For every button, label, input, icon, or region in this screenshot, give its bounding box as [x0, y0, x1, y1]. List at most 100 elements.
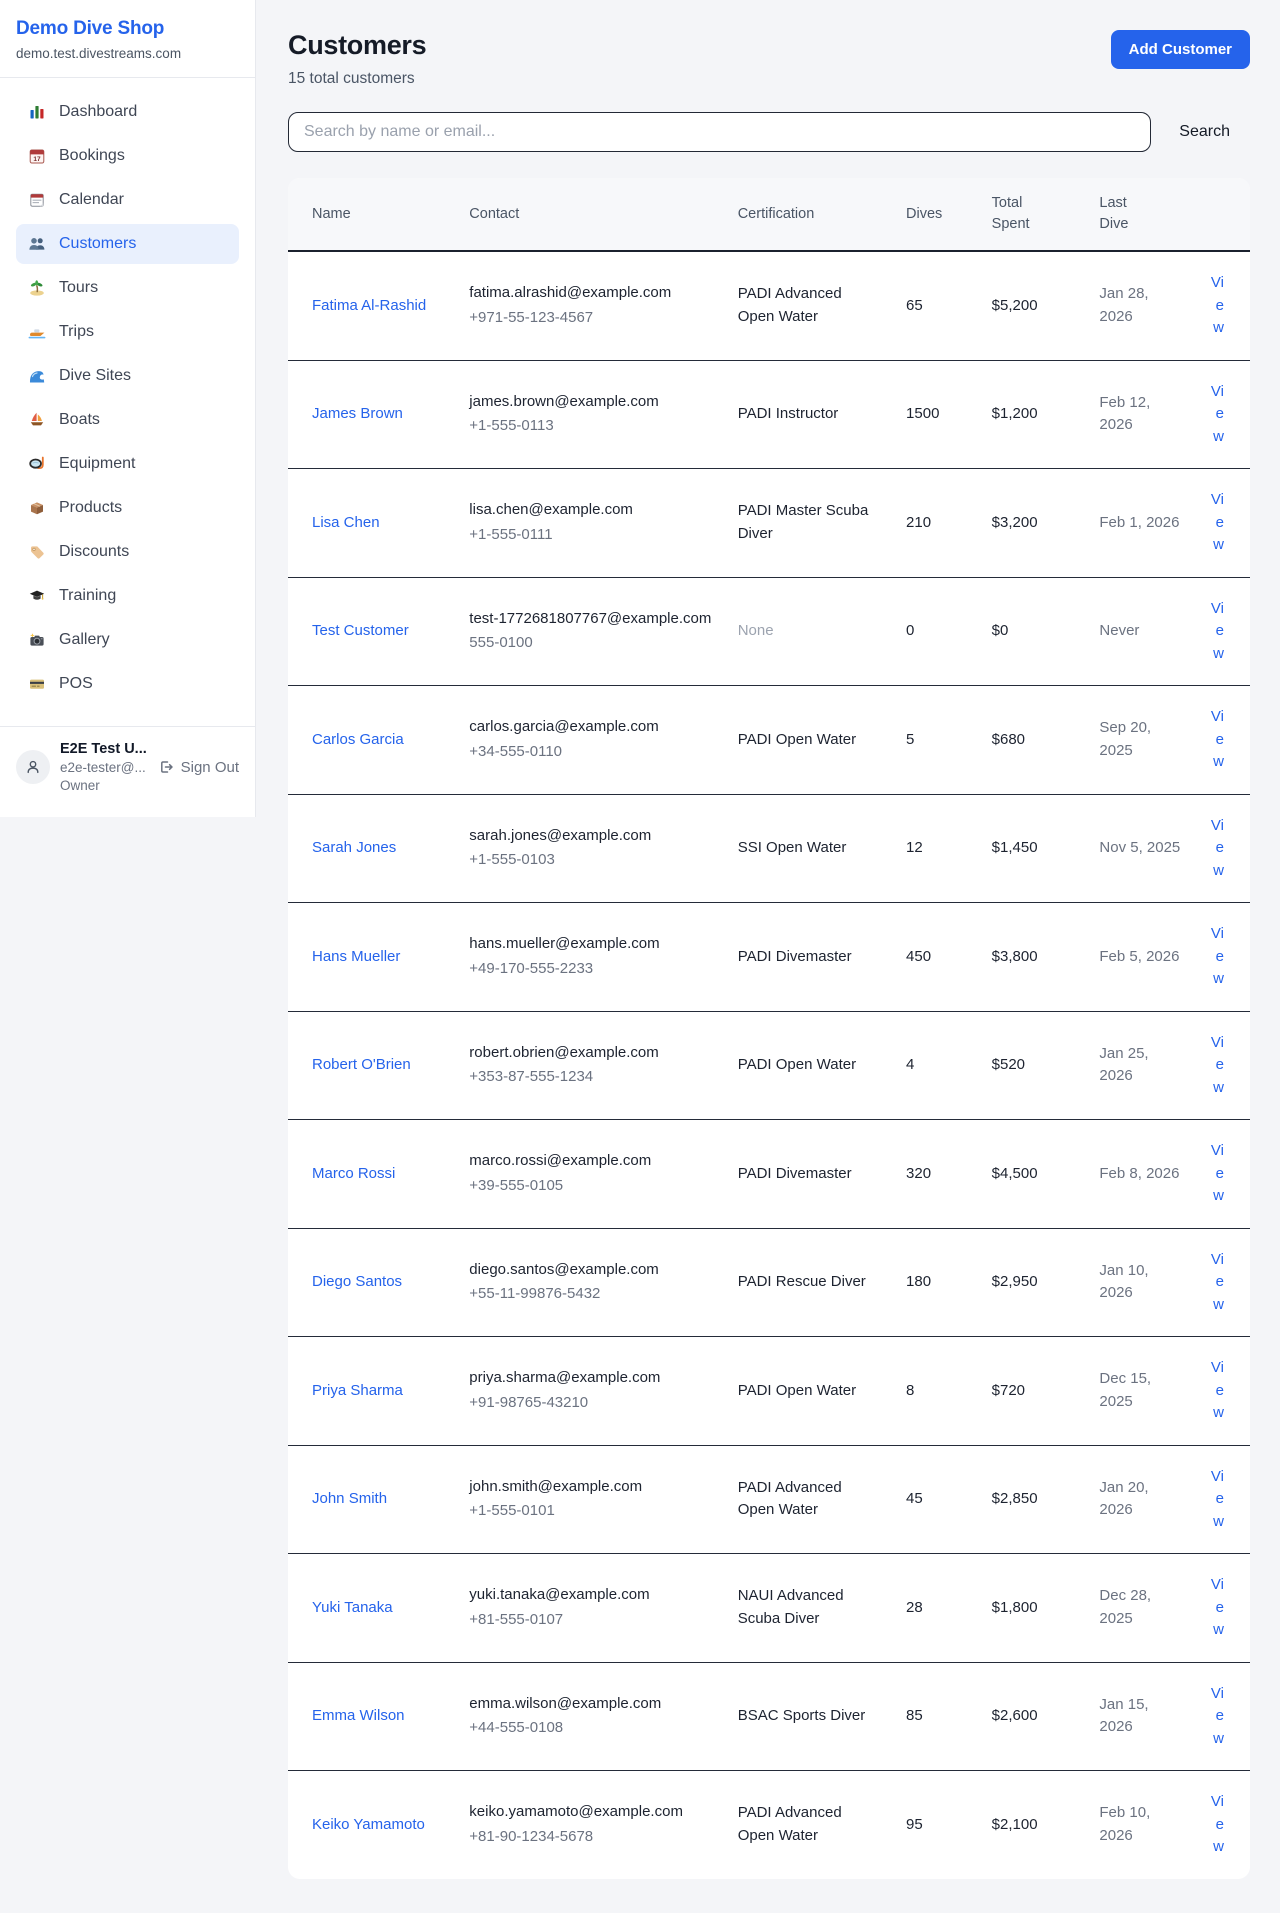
- sidebar-item-tours[interactable]: Tours: [16, 268, 239, 308]
- customer-certification: PADI Divemaster: [738, 1165, 852, 1182]
- sign-out-button[interactable]: Sign Out: [158, 759, 239, 776]
- sidebar-item-label: Tours: [59, 279, 98, 297]
- customer-name-link[interactable]: Marco Rossi: [312, 1165, 395, 1182]
- customer-email: diego.santos@example.com: [469, 1259, 713, 1282]
- customer-dives: 4: [906, 1056, 914, 1073]
- customer-last-dive: Feb 12, 2026: [1099, 394, 1150, 434]
- customer-name-link[interactable]: Keiko Yamamoto: [312, 1816, 425, 1833]
- sidebar-item-equipment[interactable]: Equipment: [16, 444, 239, 484]
- view-link[interactable]: View: [1211, 1142, 1224, 1204]
- customer-name-link[interactable]: Lisa Chen: [312, 514, 380, 531]
- customer-certification: PADI Open Water: [738, 1382, 856, 1399]
- customer-last-dive: Jan 28, 2026: [1099, 285, 1148, 325]
- view-link[interactable]: View: [1211, 600, 1224, 662]
- sidebar-item-label: Dive Sites: [59, 367, 131, 385]
- view-link[interactable]: View: [1211, 1034, 1224, 1096]
- view-link[interactable]: View: [1211, 925, 1224, 987]
- search-button[interactable]: Search: [1151, 115, 1250, 149]
- customer-last-dive: Sep 20, 2025: [1099, 719, 1151, 759]
- customer-total-spent: $680: [992, 731, 1025, 748]
- customer-total-spent: $2,600: [992, 1707, 1038, 1724]
- customer-dives: 180: [906, 1273, 931, 1290]
- customer-name-link[interactable]: Carlos Garcia: [312, 731, 404, 748]
- customer-total-spent: $2,950: [992, 1273, 1038, 1290]
- table-row: Fatima Al-Rashid fatima.alrashid@example…: [288, 251, 1250, 360]
- shop-name: Demo Dive Shop: [16, 18, 239, 40]
- table-row: Robert O'Brien robert.obrien@example.com…: [288, 1011, 1250, 1120]
- customer-name-link[interactable]: Fatima Al-Rashid: [312, 297, 426, 314]
- sidebar-item-label: Bookings: [59, 147, 125, 165]
- customer-name-link[interactable]: Test Customer: [312, 622, 409, 639]
- customer-email: hans.mueller@example.com: [469, 933, 713, 956]
- add-customer-button[interactable]: Add Customer: [1111, 30, 1250, 69]
- table-row: Keiko Yamamoto keiko.yamamoto@example.co…: [288, 1771, 1250, 1879]
- customer-name-link[interactable]: Yuki Tanaka: [312, 1599, 393, 1616]
- view-link[interactable]: View: [1211, 491, 1224, 553]
- customer-phone: +39-555-0105: [469, 1175, 713, 1198]
- customers-table: Name Contact Certification Dives Total S…: [288, 178, 1250, 1879]
- sidebar-item-bookings[interactable]: 17 Bookings: [16, 136, 239, 176]
- col-header-dives: Dives: [894, 178, 980, 251]
- view-link[interactable]: View: [1211, 1359, 1224, 1421]
- calendar-pad-icon: [28, 191, 46, 209]
- view-link[interactable]: View: [1211, 274, 1224, 336]
- sidebar-item-boats[interactable]: Boats: [16, 400, 239, 440]
- sidebar-item-customers[interactable]: Customers: [16, 224, 239, 264]
- customer-certification: NAUI Advanced Scuba Diver: [738, 1587, 844, 1627]
- sidebar-item-discounts[interactable]: Discounts: [16, 532, 239, 572]
- customer-name-link[interactable]: Diego Santos: [312, 1273, 402, 1290]
- customer-name-link[interactable]: John Smith: [312, 1490, 387, 1507]
- view-link[interactable]: View: [1211, 1468, 1224, 1530]
- customer-last-dive: Feb 1, 2026: [1099, 514, 1179, 531]
- customer-total-spent: $5,200: [992, 297, 1038, 314]
- sidebar-item-trips[interactable]: Trips: [16, 312, 239, 352]
- sidebar-item-dashboard[interactable]: Dashboard: [16, 92, 239, 132]
- customer-dives: 8: [906, 1382, 914, 1399]
- sidebar-item-pos[interactable]: POS: [16, 664, 239, 704]
- customer-last-dive: Dec 15, 2025: [1099, 1370, 1151, 1410]
- customer-phone: +81-555-0107: [469, 1609, 713, 1632]
- view-link[interactable]: View: [1211, 1251, 1224, 1313]
- customer-name-link[interactable]: Priya Sharma: [312, 1382, 403, 1399]
- customer-name-link[interactable]: Sarah Jones: [312, 839, 396, 856]
- sidebar-item-products[interactable]: Products: [16, 488, 239, 528]
- customer-name-link[interactable]: Robert O'Brien: [312, 1056, 411, 1073]
- user-email: e2e-tester@...: [60, 760, 148, 775]
- sidebar-item-training[interactable]: Training: [16, 576, 239, 616]
- customer-email: carlos.garcia@example.com: [469, 716, 713, 739]
- customer-email: marco.rossi@example.com: [469, 1150, 713, 1173]
- customer-phone: +49-170-555-2233: [469, 958, 713, 981]
- customer-name-link[interactable]: James Brown: [312, 405, 403, 422]
- customer-certification: PADI Open Water: [738, 731, 856, 748]
- table-row: Sarah Jones sarah.jones@example.com +1-5…: [288, 794, 1250, 903]
- customer-last-dive: Feb 5, 2026: [1099, 948, 1179, 965]
- search-input[interactable]: [288, 112, 1151, 152]
- view-link[interactable]: View: [1211, 383, 1224, 445]
- customer-email: john.smith@example.com: [469, 1476, 713, 1499]
- sidebar-item-label: Discounts: [59, 543, 129, 561]
- customer-total-spent: $720: [992, 1382, 1025, 1399]
- view-link[interactable]: View: [1211, 1576, 1224, 1638]
- grad-cap-icon: [28, 587, 46, 605]
- sidebar-item-gallery[interactable]: Gallery: [16, 620, 239, 660]
- view-link[interactable]: View: [1211, 817, 1224, 879]
- customer-certification: PADI Instructor: [738, 405, 839, 422]
- customer-name-link[interactable]: Hans Mueller: [312, 948, 400, 965]
- user-name: E2E Test U...: [60, 741, 148, 757]
- sidebar-item-dive-sites[interactable]: Dive Sites: [16, 356, 239, 396]
- sidebar-item-label: Products: [59, 499, 122, 517]
- customer-phone: +81-90-1234-5678: [469, 1826, 713, 1849]
- view-link[interactable]: View: [1211, 1793, 1224, 1855]
- main-content: Customers 15 total customers Add Custome…: [256, 0, 1280, 1913]
- view-link[interactable]: View: [1211, 708, 1224, 770]
- col-header-total-spent: Total Spent: [980, 178, 1088, 251]
- customer-last-dive: Jan 10, 2026: [1099, 1262, 1148, 1302]
- customer-email: keiko.yamamoto@example.com: [469, 1801, 713, 1824]
- customer-dives: 65: [906, 297, 923, 314]
- view-link[interactable]: View: [1211, 1685, 1224, 1747]
- customer-name-link[interactable]: Emma Wilson: [312, 1707, 405, 1724]
- customer-phone: +1-555-0101: [469, 1500, 713, 1523]
- sidebar-item-label: POS: [59, 675, 93, 693]
- sidebar-item-label: Gallery: [59, 631, 110, 649]
- sidebar-item-calendar[interactable]: Calendar: [16, 180, 239, 220]
